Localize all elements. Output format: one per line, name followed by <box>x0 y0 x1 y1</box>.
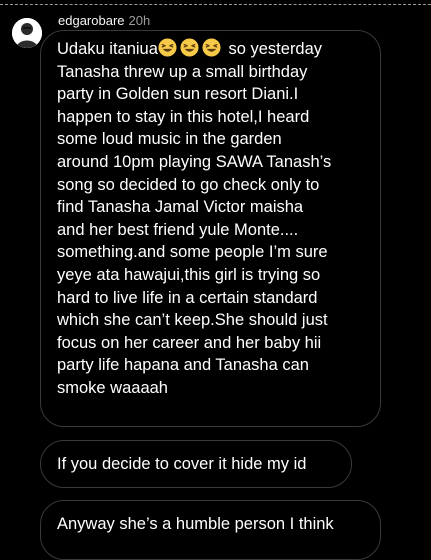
message-text: If you decide to cover it hide my id <box>57 455 307 473</box>
message-bubble: Anyway she’s a humble person I think <box>40 500 381 560</box>
message-bubble: If you decide to cover it hide my id <box>40 440 352 488</box>
laughing-emoji <box>180 38 199 57</box>
message-text-lead: Udaku itaniua <box>57 40 158 58</box>
top-divider <box>0 4 431 5</box>
username[interactable]: edgarobare <box>58 13 125 28</box>
timestamp: 20h <box>128 13 151 28</box>
message-bubble: Udaku itaniua so yesterday Tanasha threw… <box>40 30 381 427</box>
comment-header: edgarobare 20h <box>58 13 150 29</box>
laughing-emoji <box>158 38 177 57</box>
message-text: Anyway she’s a humble person I think <box>57 515 334 533</box>
profile-photo-icon <box>12 18 42 48</box>
message-text: so yesterday Tanasha threw up a small bi… <box>57 40 332 397</box>
laughing-emoji <box>202 38 221 57</box>
avatar[interactable] <box>12 18 42 48</box>
